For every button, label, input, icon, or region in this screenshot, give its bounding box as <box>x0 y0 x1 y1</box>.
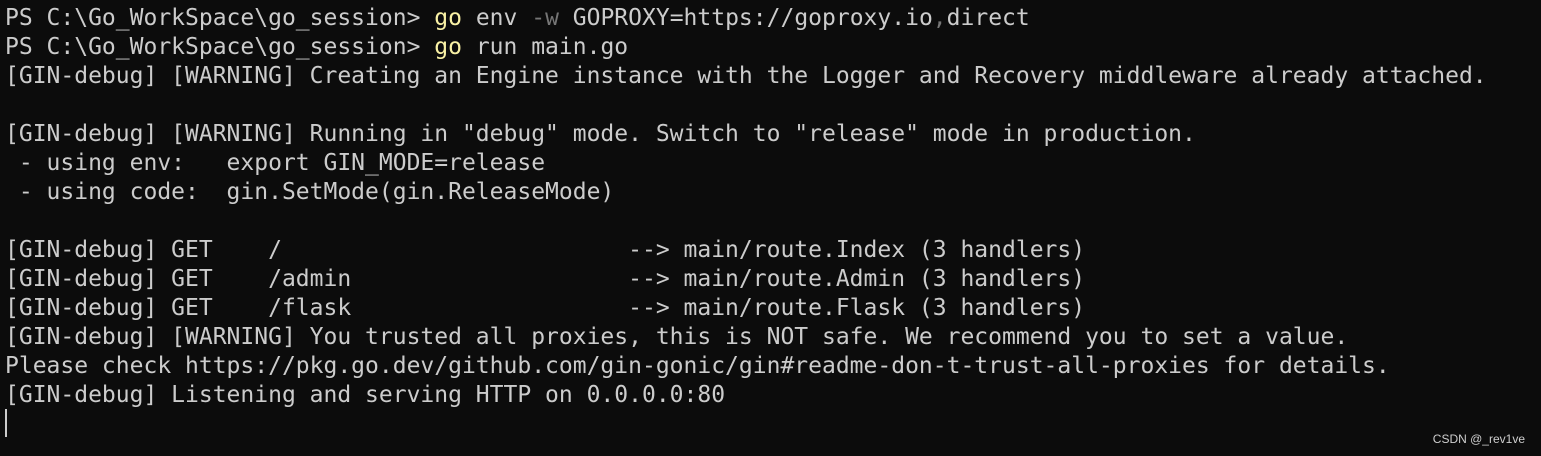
output-line: Please check https://pkg.go.dev/github.c… <box>5 353 1390 379</box>
prompt-text: PS C:\Go_WorkSpace\go_session> <box>5 5 435 31</box>
output-line: [GIN-debug] GET /flask --> main/route.Fl… <box>5 295 1086 321</box>
output-line: [GIN-debug] [WARNING] Running in "debug"… <box>5 121 1196 147</box>
output-line: [GIN-debug] [WARNING] Creating an Engine… <box>5 63 1487 89</box>
output-line: [GIN-debug] GET / --> main/route.Index (… <box>5 237 1086 263</box>
text-cursor <box>5 409 7 437</box>
output-line: - using env: export GIN_MODE=release <box>5 150 546 176</box>
command-arg: env <box>461 5 532 31</box>
command-arg: run main.go <box>461 34 629 60</box>
command-arg: direct <box>946 5 1030 31</box>
prompt-line-goproxy: PS C:\Go_WorkSpace\go_session> go env -w… <box>5 4 1541 33</box>
terminal-window[interactable]: PS C:\Go_WorkSpace\go_session> go env -w… <box>0 0 1541 456</box>
prompt-text: PS C:\Go_WorkSpace\go_session> <box>5 34 435 60</box>
command-separator: , <box>932 5 947 31</box>
command-name: go <box>434 34 462 60</box>
output-line: [GIN-debug] GET /admin --> main/route.Ad… <box>5 266 1086 292</box>
output-line: [GIN-debug] Listening and serving HTTP o… <box>5 382 726 408</box>
watermark: CSDN @_rev1ve <box>1432 432 1525 446</box>
command-arg: GOPROXY=https://goproxy.io <box>558 5 933 31</box>
prompt-line-run: PS C:\Go_WorkSpace\go_session> go run ma… <box>5 33 1541 62</box>
command-name: go <box>434 5 462 31</box>
output-line: [GIN-debug] [WARNING] You trusted all pr… <box>5 324 1349 350</box>
command-flag: -w <box>531 5 559 31</box>
output-line: - using code: gin.SetMode(gin.ReleaseMod… <box>5 179 615 205</box>
